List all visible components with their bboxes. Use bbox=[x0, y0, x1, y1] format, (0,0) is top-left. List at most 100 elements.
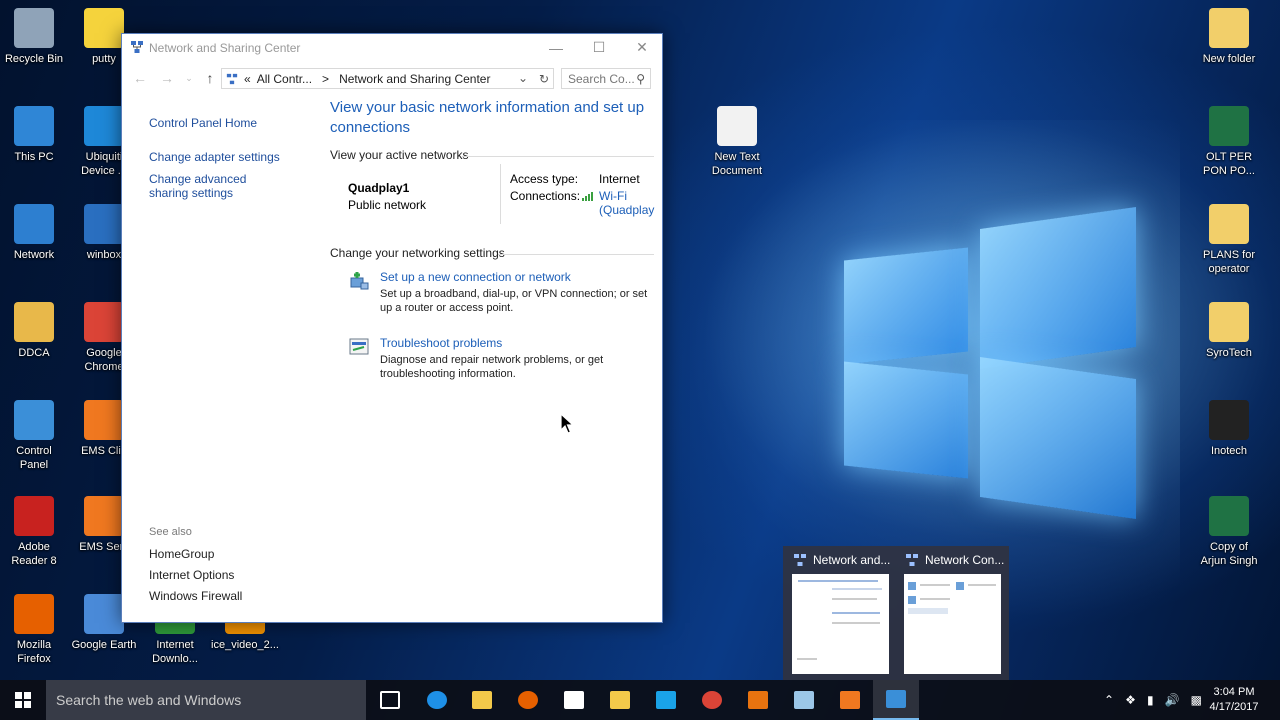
desktop-icon[interactable]: New folder bbox=[1189, 8, 1269, 66]
address-dropdown-chevron-icon[interactable]: ⌄ bbox=[518, 71, 528, 85]
troubleshoot-task: Troubleshoot problems Diagnose and repai… bbox=[330, 336, 654, 402]
breadcrumb-all-control-panel[interactable]: All Contr... bbox=[257, 72, 312, 86]
desktop-icon-label: DDCA bbox=[18, 347, 50, 359]
divider bbox=[498, 254, 654, 255]
taskbar-clock[interactable]: 3:04 PM 4/17/2017 bbox=[1208, 685, 1260, 715]
troubleshoot-link[interactable]: Troubleshoot problems bbox=[380, 336, 502, 350]
change-advanced-sharing-link[interactable]: Change advanced sharing settings bbox=[149, 172, 289, 200]
desktop-icon[interactable]: New Text Document bbox=[697, 106, 777, 178]
action-center-icon[interactable]: ▩ bbox=[1191, 693, 1202, 707]
desktop-icon[interactable]: Mozilla Firefox bbox=[0, 594, 74, 666]
see-also-section: See also HomeGroup Internet Options Wind… bbox=[149, 526, 242, 610]
taskbar-app-button[interactable] bbox=[827, 680, 873, 720]
search-icon: ⚲ bbox=[636, 72, 645, 86]
folder-dark-icon bbox=[1209, 400, 1249, 440]
search-control-panel-input[interactable]: Search Co... ⚲ bbox=[561, 68, 651, 89]
forward-arrow-icon[interactable]: → bbox=[158, 69, 176, 87]
refresh-icon[interactable]: ↻ bbox=[539, 72, 549, 86]
winbox-icon bbox=[84, 204, 124, 244]
address-box[interactable]: « All Contr... > Network and Sharing Cen… bbox=[221, 68, 554, 89]
desktop-icon-label: Inotech bbox=[1210, 445, 1248, 457]
wifi-tray-icon[interactable]: ❖ bbox=[1125, 693, 1136, 707]
wifi-connection-link[interactable]: Wi-Fi (Quadplay bbox=[599, 189, 654, 217]
thumbnail-network-connections[interactable]: Network Con... bbox=[897, 546, 1007, 680]
change-adapter-settings-link[interactable]: Change adapter settings bbox=[149, 150, 309, 164]
title-bar[interactable]: Network and Sharing Center — ☐ ✕ bbox=[122, 34, 662, 61]
breadcrumb-separator[interactable]: > bbox=[322, 72, 329, 86]
desktop-icon-label: Internet Downlo... bbox=[152, 639, 198, 665]
recent-locations-chevron-icon[interactable]: ⌄ bbox=[180, 69, 198, 87]
up-arrow-icon[interactable]: ↑ bbox=[201, 69, 219, 87]
desktop-icon[interactable]: This PC bbox=[0, 106, 74, 164]
new-connection-icon bbox=[350, 272, 369, 290]
desktop-icon-label: Copy of Arjun Singh bbox=[1200, 541, 1258, 567]
desktop-icon[interactable]: Inotech bbox=[1189, 400, 1269, 458]
skype-icon bbox=[656, 691, 676, 709]
homegroup-link[interactable]: HomeGroup bbox=[149, 547, 242, 561]
desktop-icon[interactable]: Network bbox=[0, 204, 74, 262]
thumbnail-title-text: Network and... bbox=[813, 553, 891, 567]
setup-connection-link[interactable]: Set up a new connection or network bbox=[380, 270, 571, 284]
taskbar-app-button[interactable] bbox=[781, 680, 827, 720]
taskbar-search-box[interactable]: Search the web and Windows bbox=[46, 680, 366, 720]
minimize-button[interactable]: — bbox=[534, 34, 578, 61]
desktop-icon[interactable]: SyroTech bbox=[1189, 302, 1269, 360]
notepad-icon bbox=[794, 691, 814, 709]
outlook-icon bbox=[748, 691, 768, 709]
connection-ssid[interactable]: (Quadplay bbox=[599, 203, 654, 217]
breadcrumb-current[interactable]: Network and Sharing Center bbox=[339, 72, 490, 86]
desktop-icon[interactable]: Adobe Reader 8 bbox=[0, 496, 74, 568]
control-panel-home-link[interactable]: Control Panel Home bbox=[149, 116, 309, 130]
taskbar-app-button[interactable] bbox=[735, 680, 781, 720]
network-globe-icon bbox=[14, 204, 54, 244]
taskbar-app-button[interactable] bbox=[597, 680, 643, 720]
desktop-icon-label: This PC bbox=[14, 151, 54, 163]
firefox-icon bbox=[14, 594, 54, 634]
desktop-icon[interactable]: Control Panel bbox=[0, 400, 74, 472]
network-connections-icon bbox=[906, 554, 918, 566]
back-arrow-icon[interactable]: ← bbox=[131, 69, 149, 87]
file-explorer-icon bbox=[472, 691, 492, 709]
connection-name[interactable]: Wi-Fi bbox=[599, 189, 627, 203]
desktop-icon[interactable]: OLT PER PON PO... bbox=[1189, 106, 1269, 178]
search-placeholder: Search Co... bbox=[568, 72, 635, 86]
troubleshoot-description: Diagnose and repair network problems, or… bbox=[380, 354, 604, 380]
text-document-icon bbox=[717, 106, 757, 146]
desktop-icon-label: SyroTech bbox=[1206, 347, 1252, 359]
power-tray-icon[interactable]: ▮ bbox=[1147, 693, 1154, 707]
thumbnail-network-and-sharing[interactable]: Network and... bbox=[785, 546, 895, 680]
active-networks-section-header: View your active networks bbox=[330, 148, 654, 164]
taskbar-app-button[interactable] bbox=[551, 680, 597, 720]
taskbar-app-button[interactable] bbox=[505, 680, 551, 720]
desktop-icon[interactable]: DDCA bbox=[0, 302, 74, 360]
breadcrumb-overflow[interactable]: « bbox=[244, 72, 251, 86]
desktop-icon-label: Google Earth bbox=[71, 639, 137, 651]
network-divider bbox=[500, 164, 501, 224]
maximize-button[interactable]: ☐ bbox=[577, 34, 621, 61]
windows-logo-wallpaper bbox=[838, 207, 1140, 519]
desktop-icon[interactable]: PLANS for operator bbox=[1189, 204, 1269, 276]
internet-options-link[interactable]: Internet Options bbox=[149, 568, 242, 582]
network-center-icon bbox=[131, 41, 143, 53]
taskbar-app-button[interactable] bbox=[459, 680, 505, 720]
desktop-icon[interactable]: Recycle Bin bbox=[0, 8, 74, 66]
change-settings-section-header: Change your networking settings bbox=[330, 246, 654, 262]
recycle-bin-icon bbox=[14, 8, 54, 48]
taskbar-app-button[interactable] bbox=[414, 680, 460, 720]
volume-tray-icon[interactable]: 🔊 bbox=[1165, 693, 1180, 707]
show-hidden-icons-chevron-icon[interactable]: ⌃ bbox=[1104, 693, 1114, 707]
start-button[interactable] bbox=[0, 680, 46, 720]
taskbar-app-button[interactable] bbox=[689, 680, 735, 720]
taskbar-app-button[interactable] bbox=[367, 680, 413, 720]
close-button[interactable]: ✕ bbox=[620, 34, 664, 61]
taskbar-app-button[interactable] bbox=[873, 680, 919, 720]
desktop-icon-label: PLANS for operator bbox=[1203, 249, 1255, 275]
desktop-icon[interactable]: Copy of Arjun Singh bbox=[1189, 496, 1269, 568]
taskbar-app-button[interactable] bbox=[643, 680, 689, 720]
network-type-link[interactable]: Public network bbox=[348, 198, 426, 212]
folder-icon bbox=[1209, 204, 1249, 244]
chrome-icon bbox=[702, 691, 722, 709]
desktop-icon-label: Control Panel bbox=[16, 445, 52, 471]
windows-firewall-link[interactable]: Windows Firewall bbox=[149, 589, 242, 603]
folder-icon bbox=[1209, 8, 1249, 48]
